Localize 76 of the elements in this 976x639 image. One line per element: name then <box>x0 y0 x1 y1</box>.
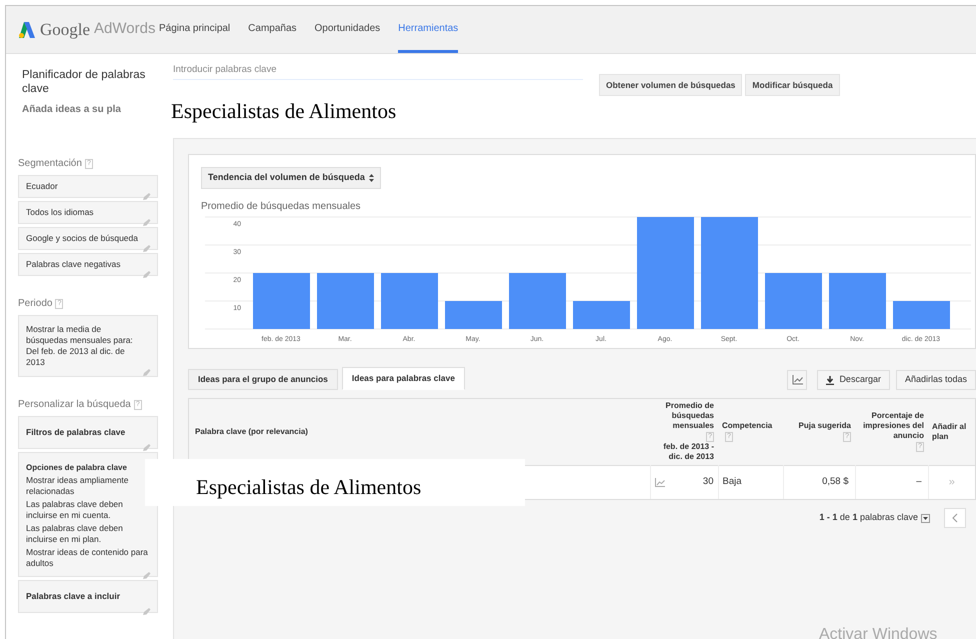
filter-card[interactable]: Todos los idiomas <box>18 201 158 224</box>
activation-notice: Activar Windows <box>819 625 938 639</box>
previous-page-button[interactable] <box>944 508 966 528</box>
card-title: Opciones de palabra clave <box>26 462 127 473</box>
bar <box>509 273 566 329</box>
card-text: Mostrar la media de búsquedas mensuales para: Del feb. de 2013 al dic. de 2013 <box>26 324 134 368</box>
option-text: Mostrar ideas de contenido para adultos <box>26 547 149 569</box>
trend-dropdown[interactable]: Tendencia del volumen de búsqueda <box>201 167 381 189</box>
column-header[interactable]: Palabra clave (por relevancia) <box>195 426 646 437</box>
pagination-summary: 1 - 1 de 1 palabras clave <box>819 511 918 524</box>
result-tab[interactable]: Ideas para el grupo de anuncios <box>188 369 338 390</box>
bar <box>829 273 886 329</box>
trend-chart-icon[interactable] <box>654 478 664 487</box>
chevron-left-icon <box>952 513 958 523</box>
nav-tab[interactable]: Herramientas <box>398 6 458 53</box>
filter-card[interactable]: Palabras clave negativas <box>18 253 158 276</box>
bar <box>381 273 438 329</box>
column-header[interactable]: Puja sugerida <box>787 421 851 432</box>
keyword-input[interactable]: Introducir palabras clave <box>173 60 583 80</box>
filter-card[interactable]: Google y socios de búsqueda <box>18 227 158 250</box>
bar <box>573 301 630 329</box>
line-chart-icon <box>792 375 803 385</box>
filter-card[interactable]: Mostrar la media de búsquedas mensuales para: Del feb. de 2013 al dic. de 2013 <box>18 315 158 377</box>
option-text: Las palabras clave deben incluirse en mi cuenta. <box>26 499 124 521</box>
section-heading: Segmentación <box>18 157 82 171</box>
search-button[interactable]: Obtener volumen de búsquedas <box>599 74 742 96</box>
page-size-dropdown[interactable] <box>921 514 930 522</box>
column-subheader: feb. de 2013 - dic. de 2013 <box>662 442 714 462</box>
column-header[interactable]: Porcentaje de impresiones del anuncio <box>859 411 924 442</box>
search-button[interactable]: Modificar búsqueda <box>745 74 840 96</box>
bar <box>445 301 502 329</box>
bar <box>253 273 310 329</box>
result-tab[interactable]: Ideas para palabras clave <box>342 367 465 390</box>
section-heading: Periodo <box>18 297 52 311</box>
logo-text: Google <box>40 18 90 41</box>
chart-toggle-button[interactable] <box>787 370 808 390</box>
nav-tab[interactable]: Oportunidades <box>314 6 380 53</box>
download-button[interactable]: Descargar <box>817 370 890 390</box>
pencil-icon[interactable] <box>142 368 151 377</box>
option-text: Las palabras clave deben incluirse en mi plan. <box>26 523 124 545</box>
download-icon <box>826 376 834 384</box>
searches-value: 30 <box>702 475 714 490</box>
card-title: Palabras clave a incluir <box>26 590 120 603</box>
add-all-button[interactable]: Añadirlas todas <box>896 370 976 390</box>
logo-product: AdWords <box>94 19 156 40</box>
card-text: Ecuador <box>26 181 59 192</box>
bar <box>893 301 950 329</box>
filter-card[interactable]: Palabras clave a incluir <box>18 580 158 613</box>
column-header[interactable]: Competencia <box>722 421 779 432</box>
filter-card[interactable]: Filtros de palabras clave <box>18 416 158 449</box>
column-header[interactable]: Promedio de búsquedas mensuales <box>654 401 714 432</box>
planner-title: Planificador de palabras clave <box>22 68 146 96</box>
card-text: Google y socios de búsqueda <box>26 233 138 244</box>
nav-tab[interactable]: Página principal <box>159 6 230 53</box>
impression-share-value: – <box>855 465 928 499</box>
competition-value: Baja <box>718 465 783 499</box>
nav-tab[interactable]: Campañas <box>248 6 297 53</box>
section-heading: Personalizar la búsqueda <box>18 398 131 412</box>
column-header[interactable]: Añadir al plan <box>932 422 971 442</box>
pencil-icon[interactable] <box>142 270 151 279</box>
bar <box>765 273 822 329</box>
chart-title: Promedio de búsquedas mensuales <box>201 200 362 214</box>
filter-card[interactable]: Ecuador <box>18 175 158 198</box>
card-text: Palabras clave negativas <box>26 259 122 270</box>
planner-subtitle: Añada ideas a su pla <box>22 103 122 117</box>
sort-icon <box>368 174 374 182</box>
caret-icon <box>923 516 928 520</box>
bid-value: 0,58 $ <box>783 465 855 499</box>
filter-card[interactable]: Opciones de palabra clave Mostrar ideas ampliamente relacionadas Las palabras clave deben incluirse en mi cuenta. Las palabras clave deben incluirse en mi plan. Mostrar ideas de contenido para adultos <box>18 452 158 577</box>
card-text: Todos los idiomas <box>26 207 95 218</box>
pencil-icon[interactable] <box>142 607 151 616</box>
overlay-caption: Especialistas de Alimentos <box>145 459 525 506</box>
card-title: Filtros de palabras clave <box>26 426 126 439</box>
bar <box>317 273 374 329</box>
option-text: Mostrar ideas ampliamente relacionadas <box>26 475 130 497</box>
logo-icon <box>18 20 36 38</box>
